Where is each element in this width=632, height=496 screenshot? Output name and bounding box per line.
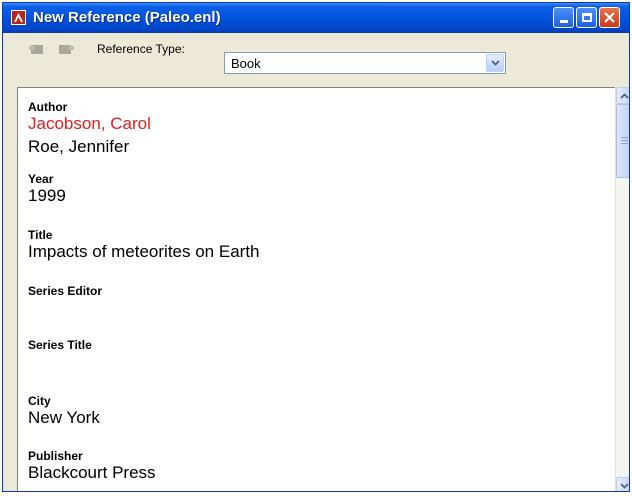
reference-type-dropdown-button[interactable] [486,54,504,72]
maximize-button[interactable] [576,7,597,28]
reference-window: New Reference (Paleo.enl) Reference Type… [2,2,630,492]
field-label-series-editor: Series Editor [28,284,103,298]
close-button[interactable] [599,7,620,28]
back-icon[interactable] [29,43,45,55]
scroll-down-button[interactable] [616,477,629,491]
forward-icon[interactable] [58,43,74,55]
reference-type-value: Book [231,56,261,71]
author-value-1[interactable]: Jacobson, Carol [28,114,151,134]
vertical-scrollbar[interactable] [615,87,629,491]
year-value[interactable]: 1999 [28,186,66,206]
chevron-down-icon [490,60,500,66]
reference-fields-panel[interactable]: Author Jacobson, Carol Roe, Jennifer Yea… [17,87,616,491]
publisher-value[interactable]: Blackcourt Press [28,463,156,483]
scroll-down-icon [619,482,629,489]
scroll-thumb[interactable] [616,104,629,178]
scroll-up-icon [619,92,629,99]
scroll-up-button[interactable] [616,87,629,104]
field-label-year: Year [28,172,54,186]
field-label-author: Author [28,100,68,114]
field-label-title: Title [28,228,53,242]
minimize-button[interactable] [553,7,574,28]
reference-type-label: Reference Type: [97,42,185,56]
field-label-series-title: Series Title [28,338,92,352]
city-value[interactable]: New York [28,408,100,428]
field-label-publisher: Publisher [28,449,83,463]
field-label-city: City [28,394,51,408]
close-icon [604,12,615,23]
title-bar[interactable]: New Reference (Paleo.enl) [3,3,629,33]
window-title: New Reference (Paleo.enl) [33,9,221,26]
title-value[interactable]: Impacts of meteorites on Earth [28,242,260,262]
app-icon [11,10,26,25]
author-value-2[interactable]: Roe, Jennifer [28,137,129,157]
minimize-icon [559,20,568,23]
reference-type-select[interactable]: Book [224,52,506,74]
maximize-icon [581,13,592,22]
